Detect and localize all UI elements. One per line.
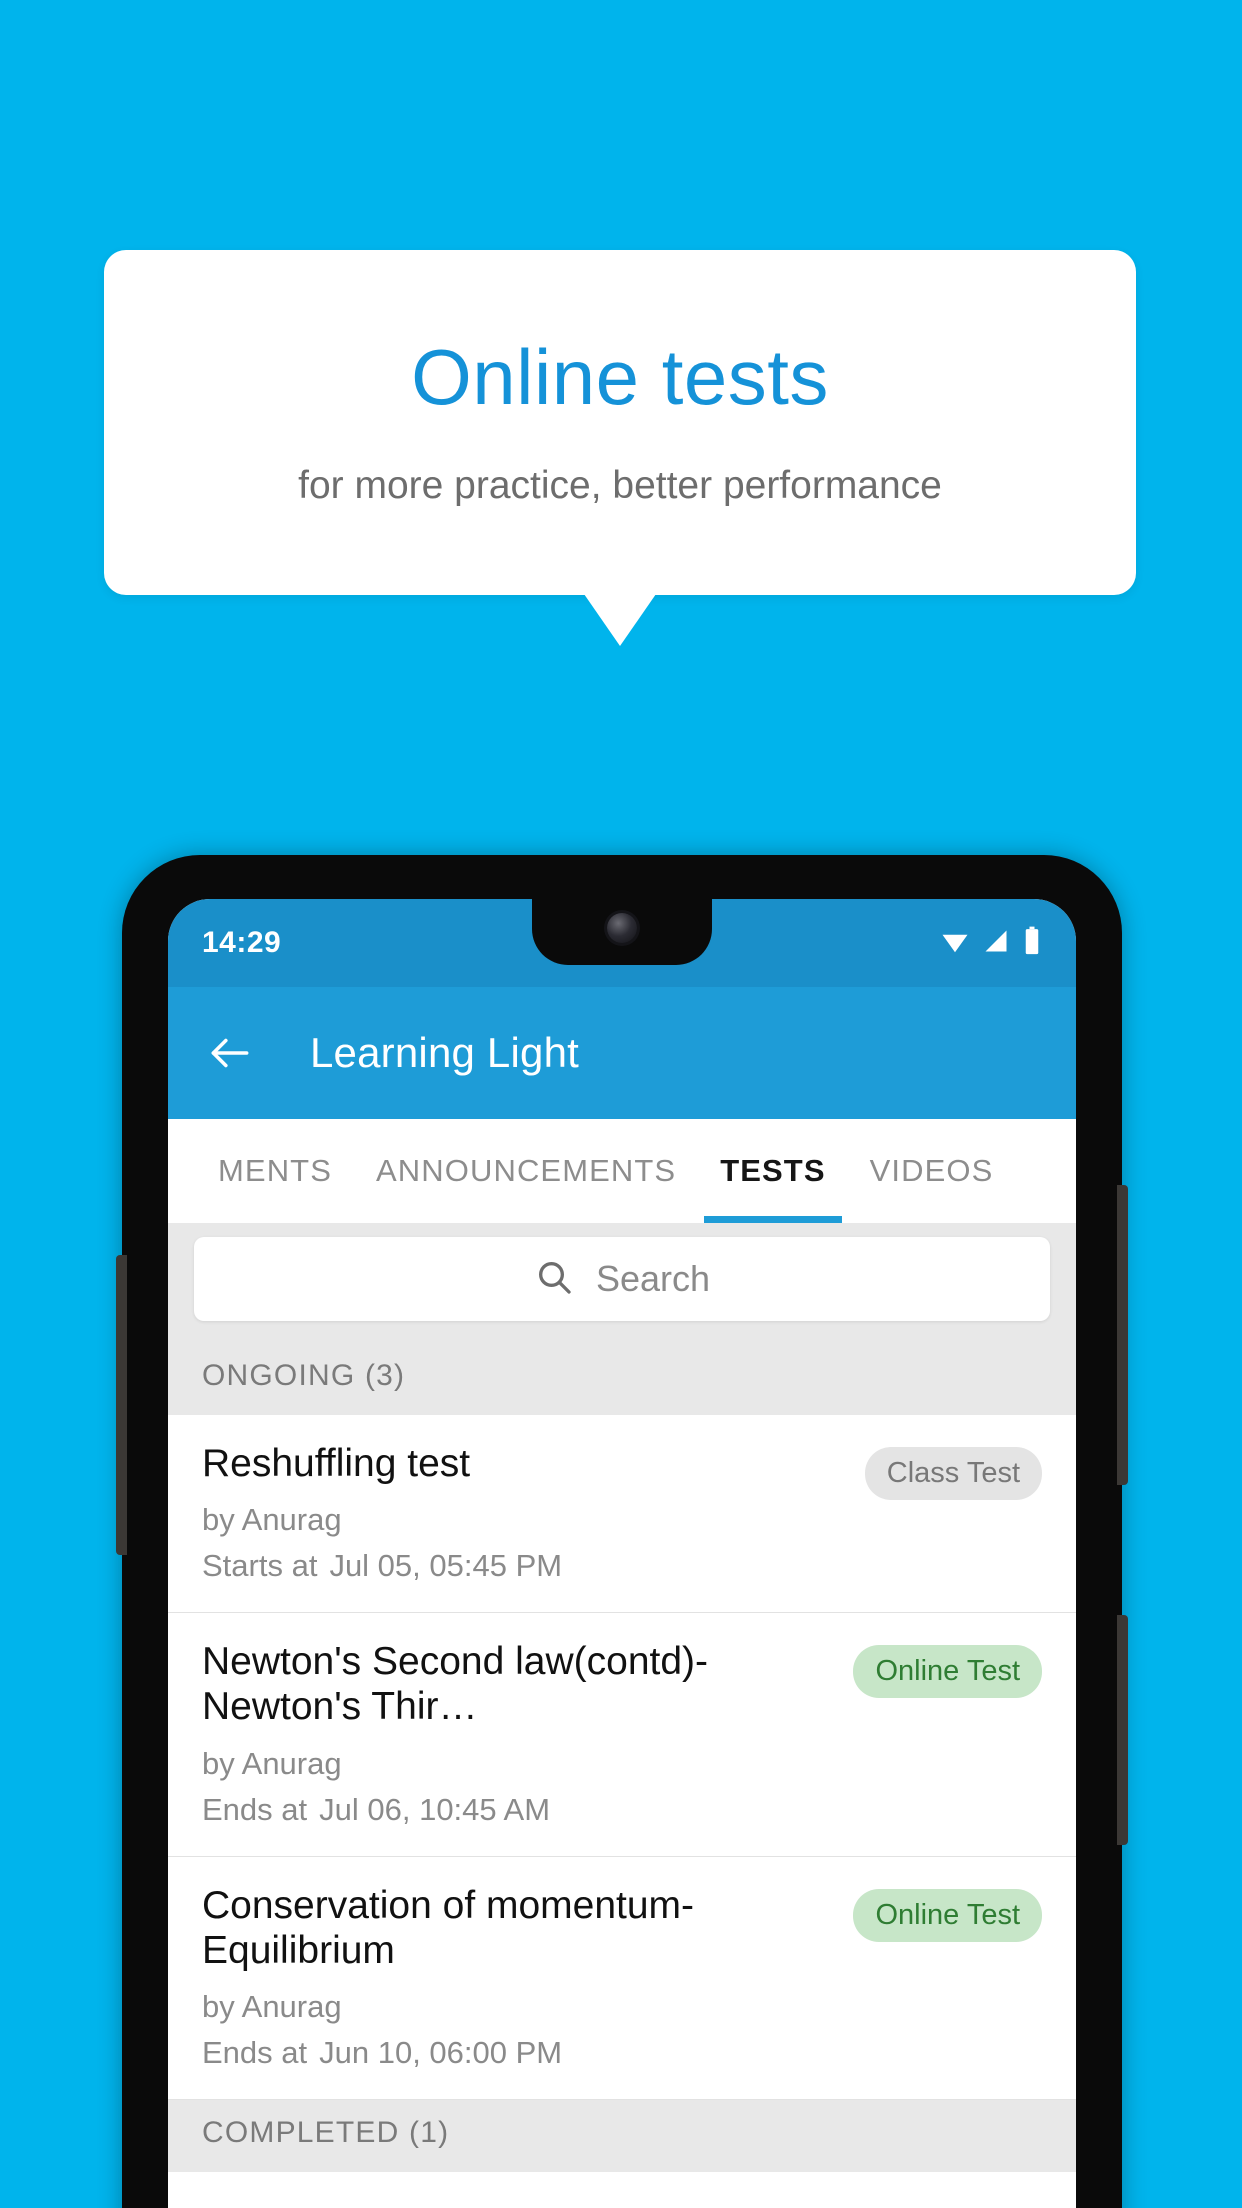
back-arrow-icon[interactable] <box>202 1025 258 1081</box>
promo-card-tail <box>584 594 656 646</box>
test-schedule: Ends at Jun 10, 06:00 PM <box>202 2035 837 2071</box>
search-region: Search <box>168 1223 1076 1343</box>
status-badge: Online Test <box>853 1645 1042 1699</box>
test-schedule-label: Starts at <box>202 1548 318 1584</box>
promo-subtitle: for more practice, better performance <box>298 464 942 507</box>
tab-label: ANNOUNCEMENTS <box>376 1153 677 1188</box>
status-badge: Online Test <box>853 1888 1042 1942</box>
search-input[interactable]: Search <box>194 1237 1050 1321</box>
status-bar-icons <box>940 926 1042 961</box>
test-schedule-value: Jul 06, 10:45 AM <box>319 1791 551 1827</box>
app-bar: Learning Light <box>168 987 1076 1119</box>
section-header-ongoing: ONGOING (3) <box>168 1343 1076 1415</box>
status-bar: 14:29 <box>168 899 1076 987</box>
test-author: by Anurag <box>202 1989 342 2025</box>
test-item-content: Newton's Second law(contd)-Newton's Thir… <box>202 1639 837 1827</box>
tab-bar: MENTS ANNOUNCEMENTS TESTS VIDEOS <box>168 1119 1076 1223</box>
volume-rocker-button[interactable] <box>1117 1185 1128 1485</box>
test-schedule: Starts at Jul 05, 05:45 PM <box>202 1548 849 1584</box>
left-side-button[interactable] <box>116 1255 127 1555</box>
wifi-icon <box>940 926 970 961</box>
search-placeholder: Search <box>595 1258 711 1299</box>
power-button[interactable] <box>1117 1615 1128 1845</box>
tab-announcements[interactable]: ANNOUNCEMENTS <box>354 1119 698 1223</box>
test-schedule-label: Ends at <box>202 2035 308 2071</box>
promo-title: Online tests <box>411 333 829 422</box>
tab-label: TESTS <box>720 1153 826 1188</box>
test-item-content: Reshuffling test by Anurag Starts at Jul … <box>202 1441 849 1584</box>
test-title: Newton's Second law(contd)-Newton's Thir… <box>202 1640 709 1729</box>
test-list-item[interactable]: Conservation of momentum-Equilibrium by … <box>168 1857 1076 2101</box>
status-bar-clock: 14:29 <box>202 926 282 959</box>
test-list-item[interactable]: Newton's Second law(contd)-Newton's Thir… <box>168 1613 1076 1857</box>
test-list-item[interactable]: Reshuffling test by Anurag Starts at Jul … <box>168 1415 1076 1614</box>
search-icon <box>534 1257 574 1302</box>
test-title: Reshuffling test <box>202 1442 471 1485</box>
tab-label: MENTS <box>218 1153 332 1188</box>
cell-signal-icon <box>982 927 1010 960</box>
test-schedule: Ends at Jul 06, 10:45 AM <box>202 1792 837 1828</box>
display-notch <box>532 899 712 965</box>
promo-card: Online tests for more practice, better p… <box>104 250 1136 595</box>
phone-screen: 14:29 Learning Light MENTS ANNOUNCEMENTS… <box>168 899 1076 2208</box>
tab-tests[interactable]: TESTS <box>698 1119 847 1223</box>
app-title: Learning Light <box>310 1029 580 1076</box>
test-schedule-label: Ends at <box>202 1791 308 1827</box>
test-author: by Anurag <box>202 1745 342 1781</box>
tab-videos[interactable]: VIDEOS <box>848 1119 1016 1223</box>
status-badge: Class Test <box>864 1447 1042 1500</box>
test-list: Reshuffling test by Anurag Starts at Jul … <box>168 1415 1076 2101</box>
test-schedule-value: Jul 05, 05:45 PM <box>329 1548 563 1584</box>
section-header-completed: COMPLETED (1) <box>168 2100 1076 2173</box>
test-author: by Anurag <box>202 1502 342 1538</box>
tab-label: VIDEOS <box>869 1153 994 1188</box>
test-title: Conservation of momentum-Equilibrium <box>202 1883 695 1972</box>
test-schedule-value: Jun 10, 06:00 PM <box>319 2035 563 2071</box>
battery-icon <box>1022 926 1042 961</box>
phone-device-frame: 14:29 Learning Light MENTS ANNOUNCEMENTS… <box>116 855 1128 2208</box>
front-camera-icon <box>607 913 637 943</box>
tab-assignments[interactable]: MENTS <box>196 1119 354 1223</box>
test-item-content: Conservation of momentum-Equilibrium by … <box>202 1883 837 2071</box>
